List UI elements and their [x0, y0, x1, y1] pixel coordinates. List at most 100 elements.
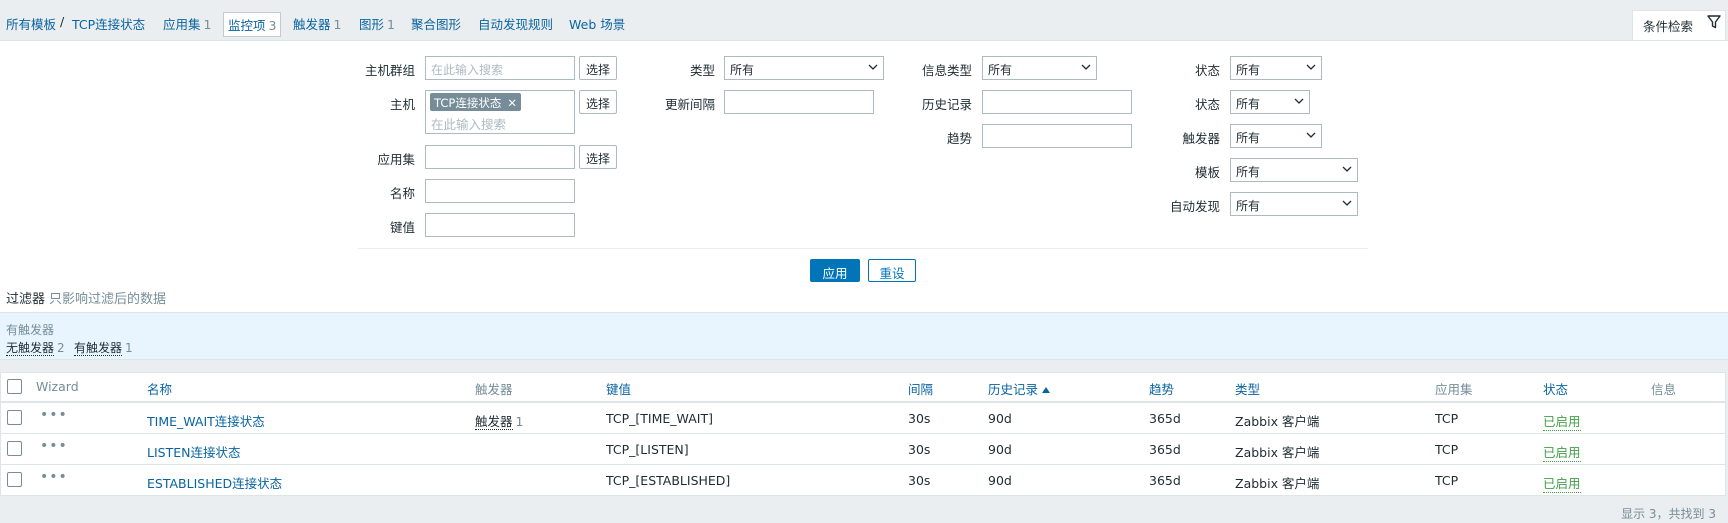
trends-input[interactable] [982, 124, 1132, 148]
row-history: 90d [988, 411, 1012, 426]
tab-applications[interactable]: 应用集 1 [163, 14, 211, 33]
header-type[interactable]: 类型 [1235, 379, 1260, 398]
row-key: TCP_[TIME_WAIT] [606, 411, 713, 426]
wizard-menu-icon[interactable]: ••• [40, 469, 68, 485]
key-input[interactable] [425, 213, 575, 237]
breadcrumb-all-templates[interactable]: 所有模板 [6, 14, 56, 33]
row-key: TCP_[ESTABLISHED] [606, 473, 731, 488]
breadcrumb-separator: / [60, 14, 65, 29]
navbar: 所有模板 / TCP连接状态 应用集 1 监控项 3 触发器 1 图形 1 聚合图形 自… [0, 0, 1728, 41]
header-name[interactable]: 名称 [147, 379, 172, 398]
item-name-link[interactable]: TIME_WAIT连接状态 [147, 411, 265, 430]
subfilter-option-label[interactable]: 无触发器 [6, 341, 55, 356]
host-placeholder: 在此输入搜索 [431, 117, 507, 132]
row-checkbox[interactable] [7, 472, 22, 487]
header-interval[interactable]: 间隔 [908, 379, 933, 398]
tab-web[interactable]: Web 场景 [569, 14, 625, 33]
row-trends: 365d [1149, 473, 1181, 488]
info-type-select[interactable]: 所有 [982, 56, 1097, 80]
discovered-select[interactable]: 所有 [1230, 192, 1358, 216]
name-label: 名称 [389, 186, 415, 201]
template-select-value: 所有 [1236, 165, 1261, 179]
triggers-select[interactable]: 所有 [1230, 124, 1322, 148]
update-interval-input[interactable] [724, 90, 874, 114]
subfilter-title: 有触发器 [6, 323, 55, 337]
state-select[interactable]: 所有 [1230, 56, 1322, 80]
host-select-button[interactable]: 选择 [579, 90, 618, 114]
info-type-label: 信息类型 [921, 63, 972, 78]
trends-label: 趋势 [946, 131, 972, 146]
tab-discovery[interactable]: 自动发现规则 [478, 14, 553, 33]
header-wizard: Wizard [36, 379, 79, 394]
host-tag-label: TCP连接状态 [434, 96, 502, 110]
row-status-toggle[interactable]: 已启用 [1543, 473, 1581, 493]
header-status[interactable]: 状态 [1543, 379, 1568, 398]
chevron-down-icon [1306, 132, 1316, 138]
row-triggers[interactable]: 触发器 1 [475, 411, 523, 430]
tab-graphs-label[interactable]: 图形 [359, 17, 384, 32]
row-status-toggle[interactable]: 已启用 [1543, 411, 1581, 431]
header-trends[interactable]: 趋势 [1149, 379, 1174, 398]
host-group-select-button[interactable]: 选择 [579, 56, 618, 80]
wizard-menu-icon[interactable]: ••• [40, 438, 68, 454]
application-input[interactable] [425, 145, 575, 169]
chevron-down-icon [1306, 64, 1316, 70]
subfilter-option-count: 2 [57, 341, 65, 355]
header-history[interactable]: 历史记录 [988, 379, 1051, 398]
row-checkbox[interactable] [7, 441, 22, 456]
item-name-link[interactable]: ESTABLISHED连接状态 [147, 473, 282, 492]
header-info: 信息 [1651, 382, 1677, 397]
row-applications: TCP [1435, 411, 1459, 426]
header-key[interactable]: 键值 [606, 379, 631, 398]
tab-graphs[interactable]: 图形 1 [359, 14, 395, 33]
subfilter-option-label[interactable]: 有触发器 [74, 341, 123, 356]
name-input[interactable] [425, 179, 575, 203]
chevron-down-icon [1294, 98, 1304, 104]
tab-items-label[interactable]: 监控项 [228, 18, 266, 33]
row-interval: 30s [908, 473, 931, 488]
host-group-input[interactable]: 在此输入搜索 [425, 56, 575, 80]
apply-button[interactable]: 应用 [810, 259, 860, 282]
triggers-select-value: 所有 [1236, 131, 1261, 145]
row-triggers-count: 1 [515, 414, 524, 429]
row-key: TCP_[LISTEN] [606, 442, 689, 457]
row-triggers-link[interactable]: 触发器 [475, 414, 513, 430]
wizard-menu-icon[interactable]: ••• [40, 407, 68, 423]
template-select[interactable]: 所有 [1230, 158, 1358, 182]
funnel-icon [1707, 15, 1721, 29]
row-applications: TCP [1435, 473, 1459, 488]
type-label: 类型 [689, 63, 715, 78]
filter-tab-label: 条件检索 [1643, 19, 1694, 34]
breadcrumb-template[interactable]: TCP连接状态 [72, 14, 145, 33]
header-history-label[interactable]: 历史记录 [988, 382, 1038, 397]
subfilter-option-no-triggers[interactable]: 无触发器 2 [6, 339, 65, 356]
filter-note-sub: 只影响过滤后的数据 [49, 292, 167, 307]
type-select[interactable]: 所有 [724, 56, 884, 80]
application-select-button[interactable]: 选择 [579, 145, 618, 169]
status-select[interactable]: 所有 [1230, 90, 1310, 114]
items-table: Wizard 名称 触发器 键值 间隔 历史记录 趋势 类型 应用集 状态 信息… [0, 372, 1726, 496]
row-status-toggle[interactable]: 已启用 [1543, 442, 1581, 462]
history-label: 历史记录 [921, 97, 972, 112]
key-label: 键值 [389, 220, 415, 235]
filter-panel [0, 40, 1728, 312]
filter-divider [358, 248, 1368, 249]
tab-applications-label[interactable]: 应用集 [163, 17, 201, 32]
select-all-checkbox[interactable] [7, 379, 22, 394]
update-interval-label: 更新间隔 [664, 97, 715, 112]
filter-toggle-tab[interactable]: 条件检索 [1632, 10, 1726, 41]
header-divider [1, 401, 1725, 403]
filter-note: 过滤器 只影响过滤后的数据 [6, 288, 166, 307]
tab-screens[interactable]: 聚合图形 [411, 14, 461, 33]
row-checkbox[interactable] [7, 410, 22, 425]
subfilter-option-with-triggers[interactable]: 有触发器 1 [74, 339, 133, 356]
tab-triggers[interactable]: 触发器 1 [293, 14, 341, 33]
item-name-link[interactable]: LISTEN连接状态 [147, 442, 240, 461]
tab-items[interactable]: 监控项 3 [223, 12, 282, 37]
template-label: 模板 [1194, 165, 1220, 180]
discovered-select-value: 所有 [1236, 199, 1261, 213]
tab-triggers-label[interactable]: 触发器 [293, 17, 331, 32]
history-input[interactable] [982, 90, 1132, 114]
remove-tag-icon[interactable]: ✕ [507, 96, 517, 110]
reset-button[interactable]: 重设 [868, 259, 916, 282]
